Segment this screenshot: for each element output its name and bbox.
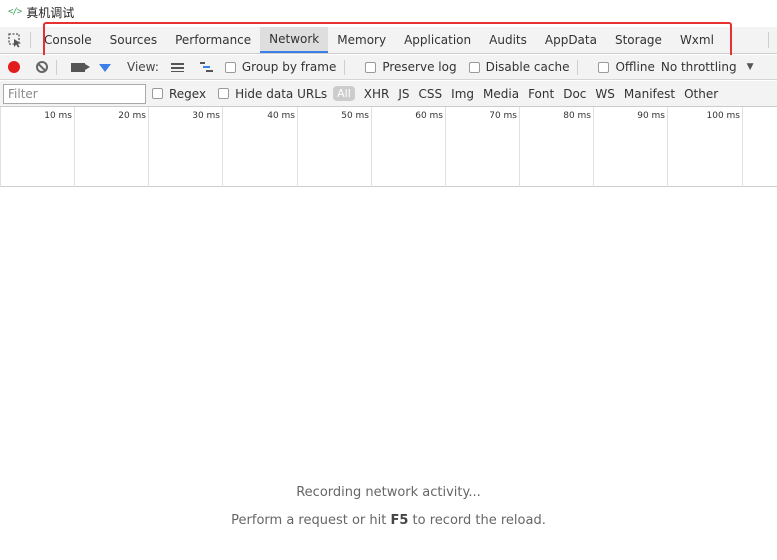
- inspect-element-button[interactable]: [0, 27, 30, 53]
- view-label: View:: [127, 60, 159, 74]
- preserve-log-checkbox[interactable]: [365, 61, 377, 73]
- timeline-gridline: 70 ms: [489, 107, 520, 187]
- tab-separator: [30, 32, 31, 48]
- timeline-gridline: 30 ms: [192, 107, 223, 187]
- type-filter-img[interactable]: Img: [451, 87, 474, 101]
- hide-data-urls-label: Hide data URLs: [235, 86, 328, 101]
- preserve-log-label: Preserve log: [382, 60, 457, 74]
- type-filter-xhr[interactable]: XHR: [364, 87, 390, 101]
- disable-cache-checkbox[interactable]: [468, 61, 480, 73]
- filter-input[interactable]: [3, 83, 146, 104]
- reload-hint-suffix: to record the reload.: [408, 513, 546, 528]
- type-filter-ws[interactable]: WS: [595, 87, 614, 101]
- reload-hint: Perform a request or hit F5 to record th…: [0, 513, 777, 528]
- timeline-tick-label: 40 ms: [267, 111, 295, 121]
- throttling-select[interactable]: No throttling: [661, 60, 737, 74]
- tab-audits[interactable]: Audits: [480, 27, 536, 53]
- tab-storage[interactable]: Storage: [606, 27, 671, 53]
- reload-hint-prefix: Perform a request or hit: [231, 513, 391, 528]
- large-rows-icon[interactable]: [170, 62, 184, 72]
- tab-application[interactable]: Application: [395, 27, 480, 53]
- tab-appdata[interactable]: AppData: [536, 27, 606, 53]
- hide-data-urls-checkbox[interactable]: [218, 88, 230, 99]
- toolbar-separator: [344, 59, 346, 75]
- capture-screenshots-icon[interactable]: [71, 62, 90, 72]
- type-filter-manifest[interactable]: Manifest: [624, 87, 675, 101]
- regex-checkbox[interactable]: [152, 88, 163, 99]
- type-filter-font[interactable]: Font: [528, 87, 554, 101]
- group-by-frame-checkbox[interactable]: [224, 61, 236, 73]
- timeline-tick-label: 80 ms: [563, 111, 591, 121]
- timeline-gridline: 10 ms: [44, 107, 75, 187]
- window-title: 真机调试: [26, 5, 75, 20]
- code-brackets-icon: </>: [8, 7, 22, 17]
- timeline-gridline: 80 ms: [563, 107, 594, 187]
- tab-wxml[interactable]: Wxml: [671, 27, 723, 53]
- timeline-gridline: 40 ms: [267, 107, 298, 187]
- recording-status-text: Recording network activity...: [296, 485, 481, 500]
- timeline-tick-label: 100 ms: [706, 111, 741, 121]
- overview-waterfall-icon[interactable]: [199, 62, 213, 72]
- timeline-tick-label: 30 ms: [192, 111, 220, 121]
- type-filter-media[interactable]: Media: [483, 87, 519, 101]
- timeline-tick-label: 50 ms: [341, 111, 369, 121]
- record-button[interactable]: [8, 61, 20, 73]
- type-filter-doc[interactable]: Doc: [563, 87, 586, 101]
- timeline-tick-label: 20 ms: [118, 111, 146, 121]
- timeline-tick-label: 70 ms: [489, 111, 517, 121]
- toolbar-separator: [56, 59, 57, 75]
- tabbar-end-separator: [768, 32, 769, 48]
- timeline-gridline: [0, 107, 1, 187]
- timeline-gridline: 50 ms: [341, 107, 372, 187]
- type-filter-other[interactable]: Other: [684, 87, 718, 101]
- network-timeline-overview[interactable]: 10 ms 20 ms 30 ms 40 ms 50 ms 60 ms 70 m…: [0, 107, 777, 187]
- timeline-gridline: 60 ms: [415, 107, 446, 187]
- filter-funnel-icon[interactable]: [99, 64, 111, 72]
- disable-cache-label: Disable cache: [485, 60, 570, 74]
- type-filter-js[interactable]: JS: [398, 87, 409, 101]
- timeline-gridline: 100 ms: [707, 107, 743, 187]
- devtools-tabbar: Console Sources Performance Network Memo…: [0, 27, 777, 54]
- filter-bar: Regex Hide data URLs All XHR JS CSS Img …: [0, 81, 777, 107]
- timeline-gridline: 90 ms: [637, 107, 668, 187]
- offline-label: Offline: [615, 60, 655, 74]
- tab-network[interactable]: Network: [260, 27, 329, 53]
- tab-console[interactable]: Console: [35, 27, 101, 53]
- tab-sources[interactable]: Sources: [101, 27, 166, 53]
- type-filter-all[interactable]: All: [333, 86, 355, 101]
- network-toolbar: View: Group by frame Preserve log Disabl…: [0, 55, 777, 80]
- timeline-tick-label: 60 ms: [415, 111, 443, 121]
- chevron-down-icon[interactable]: ▼: [747, 62, 754, 72]
- timeline-tick-label: 90 ms: [637, 111, 665, 121]
- reload-hint-key: F5: [390, 513, 409, 528]
- tab-memory[interactable]: Memory: [328, 27, 395, 53]
- toolbar-separator: [577, 59, 579, 75]
- clear-button[interactable]: [36, 61, 48, 73]
- window-titlebar: </> 真机调试: [0, 0, 777, 24]
- group-by-frame-label: Group by frame: [241, 60, 337, 74]
- type-filter-css[interactable]: CSS: [419, 87, 443, 101]
- timeline-gridline: 20 ms: [118, 107, 149, 187]
- inspect-cursor-icon: [7, 32, 21, 47]
- regex-label: Regex: [169, 86, 207, 101]
- offline-checkbox[interactable]: [598, 61, 610, 73]
- tab-performance[interactable]: Performance: [166, 27, 260, 53]
- timeline-tick-label: 10 ms: [44, 111, 72, 121]
